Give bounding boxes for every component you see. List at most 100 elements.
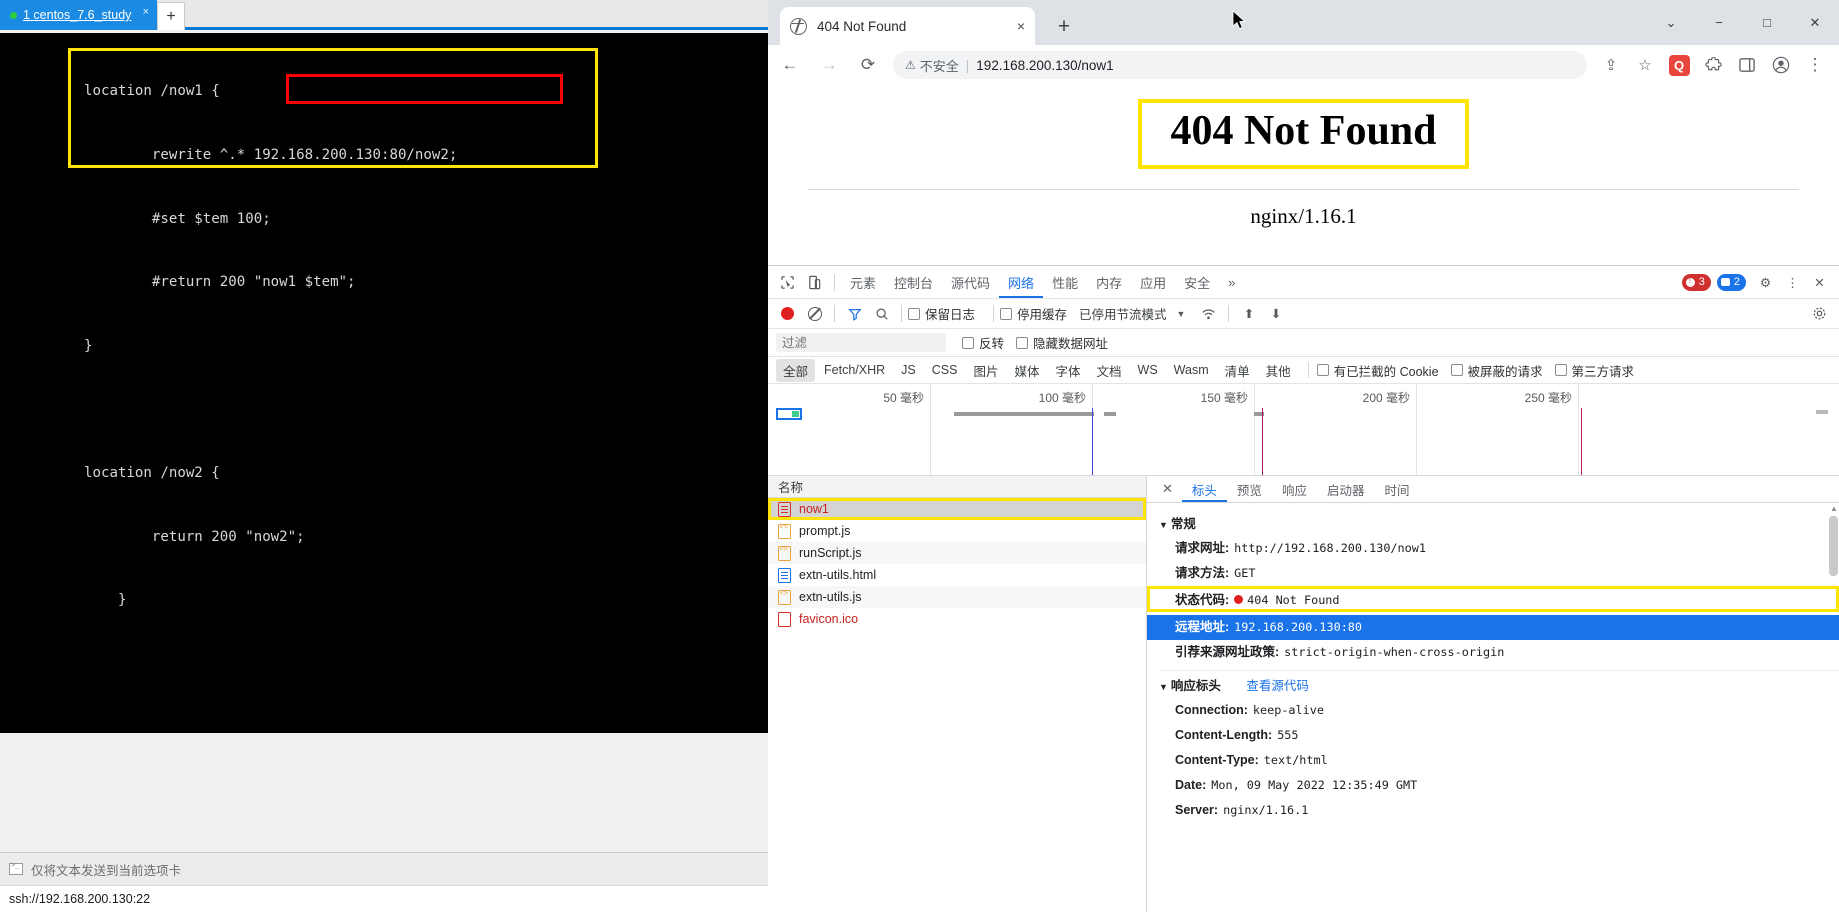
share-icon[interactable]: ⇪ [1595,49,1627,81]
scroll-up-icon[interactable]: ▲ [1830,504,1838,513]
devtools-tab-security[interactable]: 安全 [1175,266,1219,298]
device-toolbar-icon[interactable] [801,269,828,295]
table-row[interactable]: now1 [768,498,1146,520]
table-row[interactable]: extn-utils.js [768,586,1146,608]
import-har-icon[interactable]: ⬆ [1235,301,1262,327]
terminal-output[interactable]: location /now1 { rewrite ^.* 192.168.200… [0,33,768,733]
back-button[interactable]: ← [773,48,807,82]
network-conditions-icon[interactable] [1195,301,1222,327]
address-bar[interactable]: ⚠ 不安全 | 192.168.200.130/now1 [893,51,1587,79]
detail-scrollbar[interactable]: ▲ [1829,504,1838,912]
scrollbar-thumb[interactable] [1829,516,1838,576]
general-section-title[interactable]: ▼ 常规 [1147,509,1839,536]
minimize-button[interactable]: − [1695,0,1743,45]
devtools-tab-performance[interactable]: 性能 [1043,266,1087,298]
new-session-button[interactable]: + [157,2,185,30]
send-text-scope-label: 仅将文本发送到当前选项卡 [31,863,182,878]
browser-tab[interactable]: 404 Not Found × [780,7,1035,45]
detail-tab-timing[interactable]: 时间 [1374,476,1419,502]
devtools-more-icon[interactable]: ⋮ [1779,269,1806,295]
third-party-requests-label: 第三方请求 [1571,364,1635,379]
search-icon[interactable] [868,301,895,327]
response-headers-section-title[interactable]: ▼ 响应标头 查看源代码 [1147,671,1839,698]
detail-tab-preview[interactable]: 预览 [1227,476,1272,502]
type-filter-doc[interactable]: 文档 [1090,359,1129,382]
bookmark-star-icon[interactable]: ☆ [1629,49,1661,81]
clear-icon[interactable] [801,301,828,327]
reload-button[interactable]: ⟳ [851,48,885,82]
network-settings-icon[interactable] [1806,301,1833,327]
type-filter-manifest[interactable]: 清单 [1218,359,1257,382]
table-row[interactable]: favicon.ico [768,608,1146,630]
extension-q-icon[interactable]: Q [1663,49,1695,81]
devtools-tab-sources[interactable]: 源代码 [942,266,999,298]
message-count-badge[interactable]: 2 [1716,273,1746,291]
throttle-select-label[interactable]: 已停用节流模式 [1079,304,1167,323]
detail-tab-response[interactable]: 响应 [1272,476,1317,502]
detail-tab-headers[interactable]: 标头 [1182,476,1227,502]
blocked-cookies-checkbox[interactable]: 有已拦截的 Cookie [1316,361,1439,380]
security-status-label[interactable]: 不安全 [920,56,959,75]
devtools-tab-memory[interactable]: 内存 [1087,266,1131,298]
network-timeline-overview[interactable]: 50 毫秒 100 毫秒 150 毫秒 200 毫秒 250 毫秒 [768,384,1839,476]
type-filter-fetch-xhr[interactable]: Fetch/XHR [817,361,892,379]
table-row[interactable]: extn-utils.html [768,564,1146,586]
disable-cache-checkbox[interactable]: 停用缓存 [1000,304,1067,323]
hide-data-urls-checkbox[interactable]: 隐藏数据网址 [1016,333,1108,352]
type-filter-img[interactable]: 图片 [966,359,1005,382]
devtools-tab-console[interactable]: 控制台 [885,266,942,298]
devtools-settings-icon[interactable]: ⚙ [1752,269,1779,295]
minimize-menu-icon[interactable]: ⌄ [1647,0,1695,45]
timeline-selection-handle[interactable] [776,408,802,420]
profile-avatar-icon[interactable] [1765,49,1797,81]
third-party-requests-checkbox[interactable]: 第三方请求 [1554,361,1635,380]
view-source-link[interactable]: 查看源代码 [1246,679,1309,693]
filter-input[interactable] [776,333,946,352]
inspect-element-icon[interactable] [774,269,801,295]
devtools-tab-elements[interactable]: 元素 [841,266,885,298]
close-detail-icon[interactable]: ✕ [1153,481,1182,497]
type-filter-font[interactable]: 字体 [1048,359,1087,382]
devtools-tab-network[interactable]: 网络 [999,266,1043,298]
terminal-session-tab[interactable]: 1 centos_7.6_study × [0,0,157,30]
status-error-dot [1234,595,1244,604]
filter-icon[interactable] [841,301,868,327]
disable-cache-label: 停用缓存 [1017,308,1068,322]
header-connection-row: Connection: keep-alive [1147,698,1839,723]
devtools-tab-more-icon[interactable]: » [1219,266,1244,298]
type-filter-ws[interactable]: WS [1131,361,1165,379]
devtools-tab-application[interactable]: 应用 [1131,266,1175,298]
detail-tab-initiator[interactable]: 启动器 [1317,476,1375,502]
close-window-button[interactable]: ✕ [1791,0,1839,45]
extensions-puzzle-icon[interactable] [1697,49,1729,81]
blocked-requests-checkbox[interactable]: 被屏蔽的请求 [1450,361,1543,380]
type-filter-media[interactable]: 媒体 [1007,359,1046,382]
forward-button[interactable]: → [812,48,846,82]
export-har-icon[interactable]: ⬇ [1262,301,1289,327]
chevron-down-icon[interactable]: ▼ [1177,309,1186,319]
preserve-log-checkbox[interactable]: 保留日志 [908,304,975,323]
maximize-button[interactable]: □ [1743,0,1791,45]
load-event-marker-2 [1581,408,1582,475]
devtools-close-icon[interactable]: ✕ [1806,269,1833,295]
status-code-row: 状态代码: 404 Not Found [1147,586,1839,615]
side-panel-icon[interactable] [1731,49,1763,81]
type-filter-js[interactable]: JS [894,361,923,379]
remote-address-row[interactable]: 远程地址: 192.168.200.130:80 [1147,615,1839,640]
type-filter-wasm[interactable]: Wasm [1167,361,1216,379]
browser-menu-icon[interactable]: ⋮ [1799,49,1831,81]
table-row[interactable]: runScript.js [768,542,1146,564]
new-tab-button[interactable]: + [1050,13,1078,41]
record-button[interactable] [774,301,801,327]
invert-filter-checkbox[interactable]: 反转 [962,333,1004,352]
type-filter-css[interactable]: CSS [925,361,965,379]
type-filter-all[interactable]: 全部 [776,358,816,382]
close-icon[interactable]: × [143,6,149,18]
page-content: 404 Not Found nginx/1.16.1 [768,85,1839,265]
close-icon[interactable]: × [1017,18,1025,34]
table-row[interactable]: prompt.js [768,520,1146,542]
error-count-badge[interactable]: 3 [1681,273,1711,291]
checkbox-box [1554,364,1567,376]
type-filter-other[interactable]: 其他 [1259,359,1298,382]
load-event-marker [1262,408,1263,475]
